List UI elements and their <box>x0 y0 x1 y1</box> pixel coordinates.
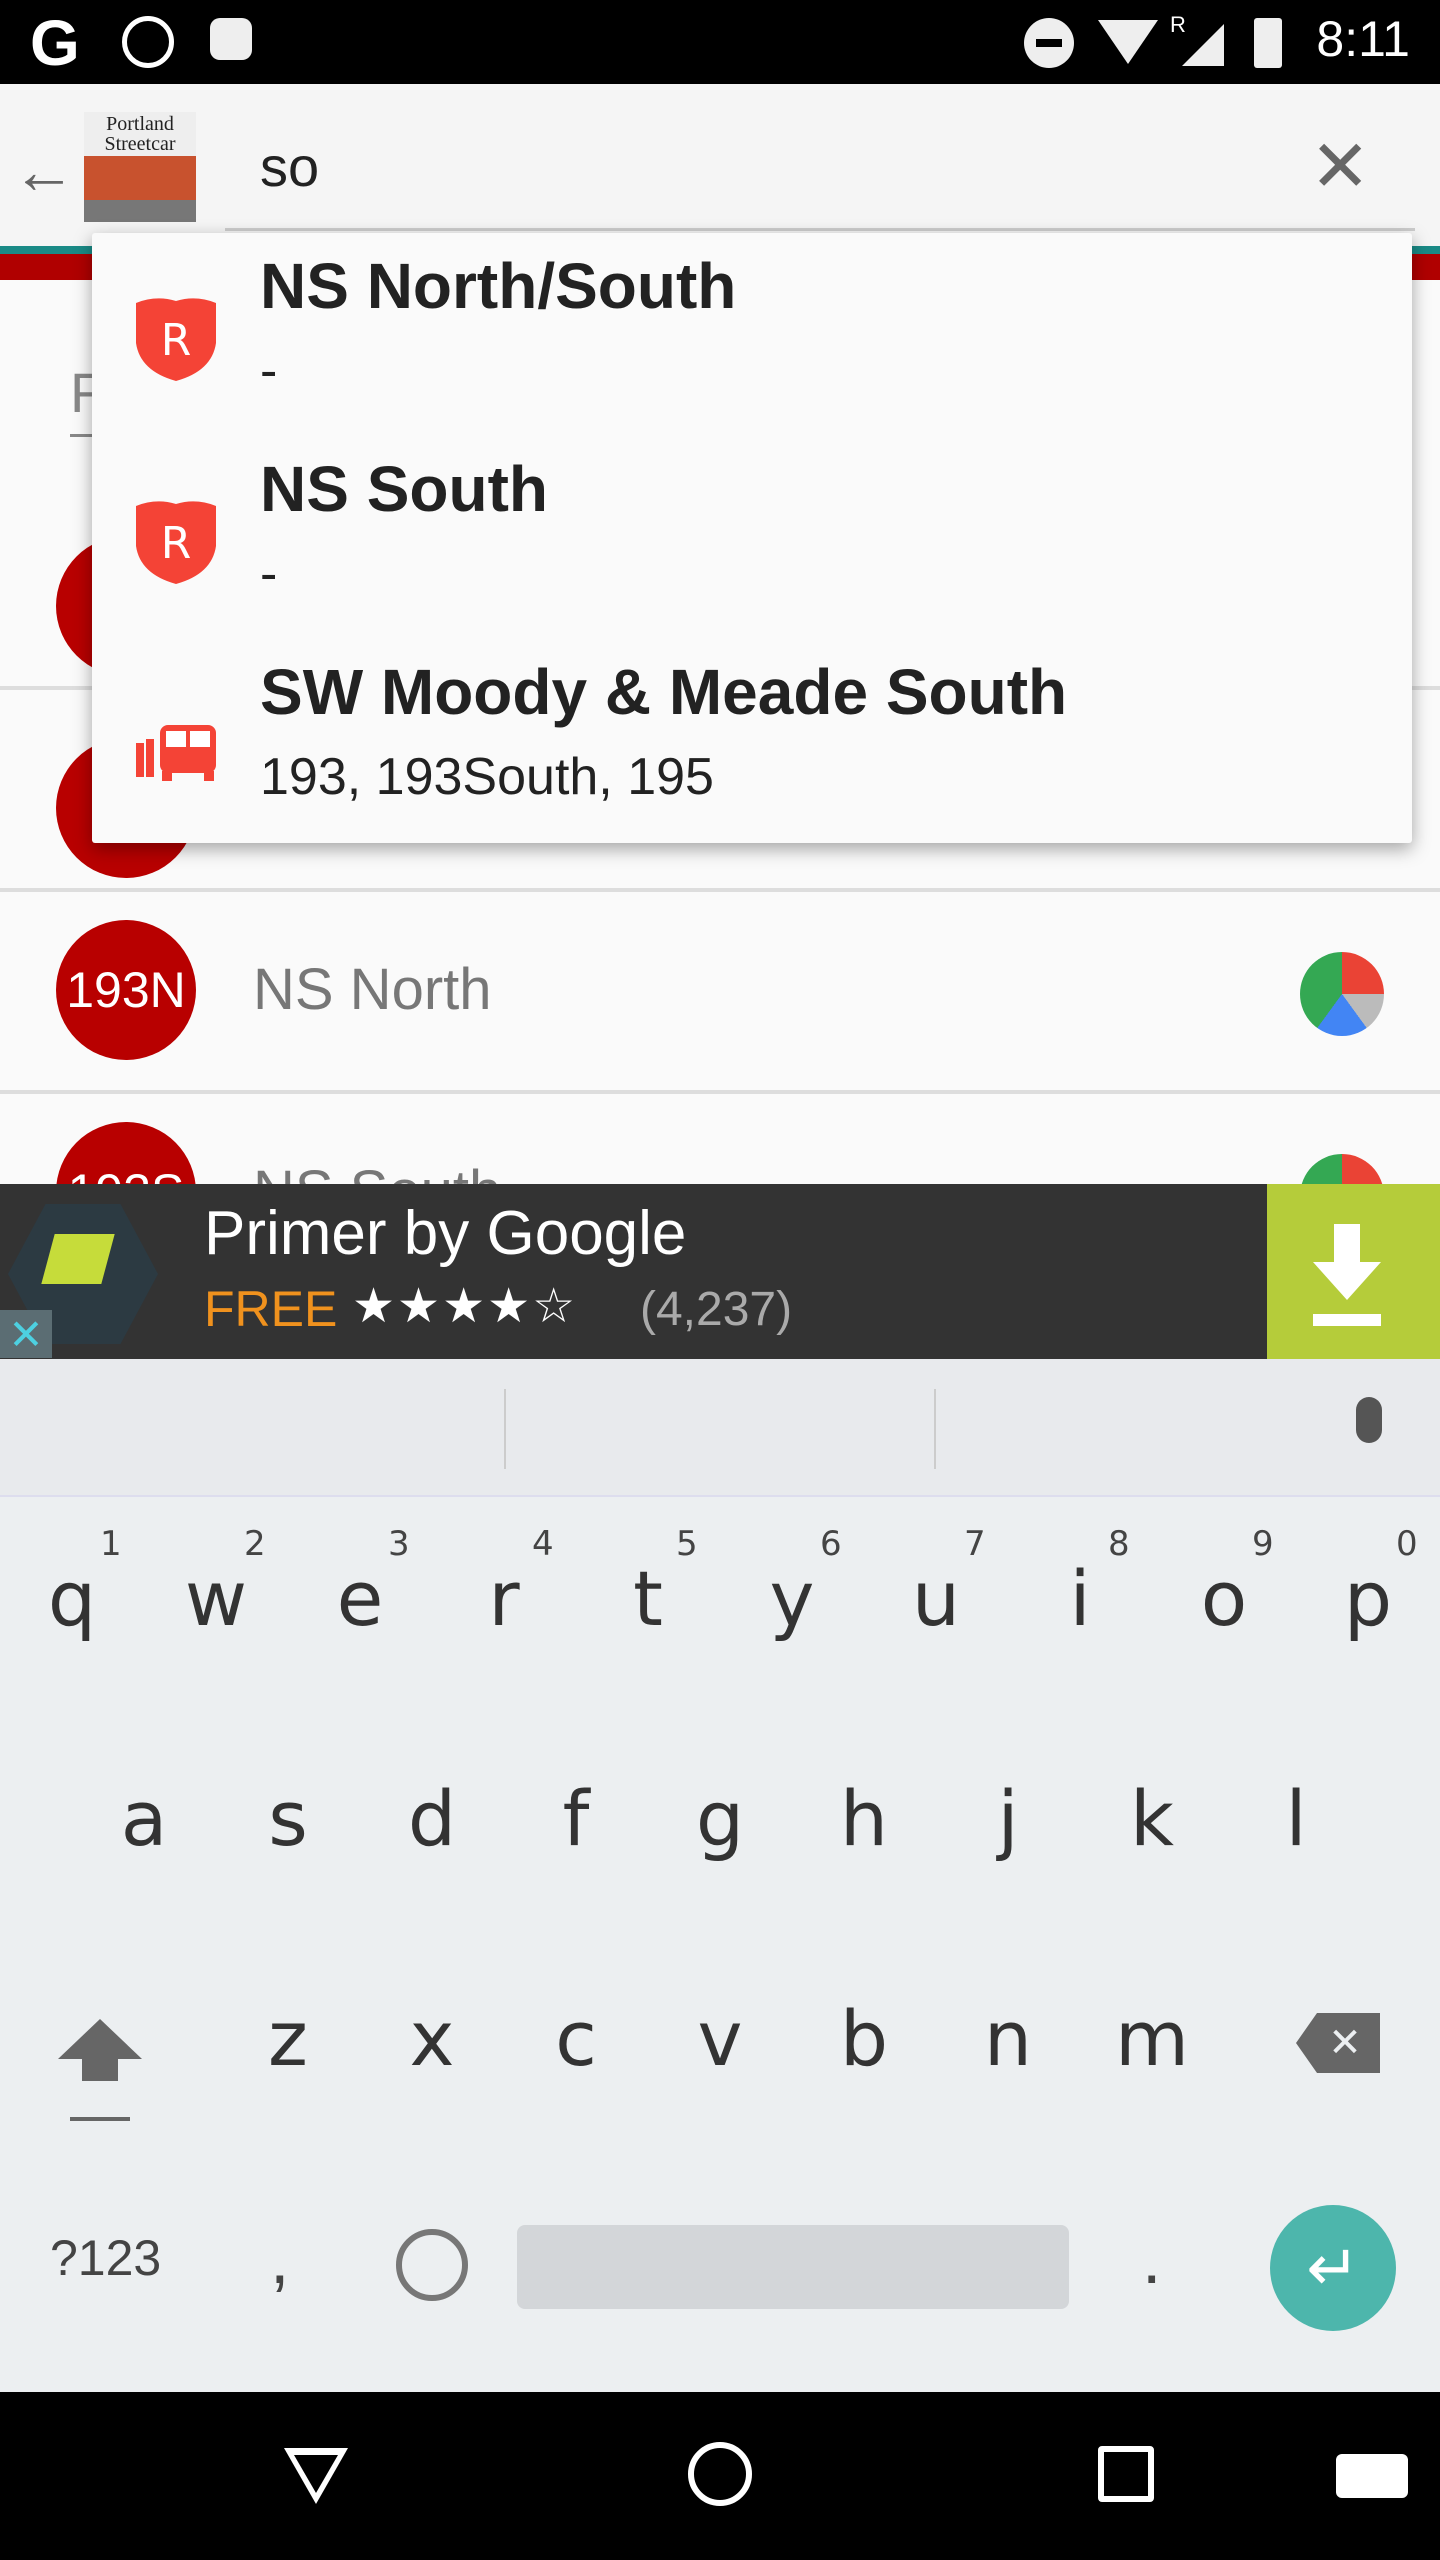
key-hint: 5 <box>676 1524 698 1564</box>
android-icon <box>210 18 252 60</box>
suggestion-title: SW Moody & Meade South <box>260 656 1068 728</box>
key-j[interactable]: j <box>936 1774 1080 1863</box>
signal-icon <box>1182 24 1224 66</box>
key-o[interactable]: o <box>1152 1554 1296 1643</box>
key-l[interactable]: l <box>1224 1774 1368 1863</box>
space-bar[interactable] <box>517 2225 1069 2309</box>
key-w[interactable]: w <box>144 1554 288 1643</box>
key-hint: 2 <box>244 1524 266 1564</box>
enter-key[interactable]: ↵ <box>1270 2205 1396 2331</box>
suggestion-title: NS South <box>260 453 548 525</box>
key-hint: 0 <box>1396 1524 1418 1564</box>
bus-stop-icon <box>136 725 216 781</box>
suggestion-title: NS North/South <box>260 250 737 322</box>
keyboard-switch-icon[interactable] <box>1336 2454 1408 2498</box>
svg-text:R: R <box>161 518 192 569</box>
key-u[interactable]: u <box>864 1554 1008 1643</box>
suggestion-subtitle: - <box>260 342 278 400</box>
key-m[interactable]: m <box>1080 1994 1224 2083</box>
key-hint: 8 <box>1108 1524 1130 1564</box>
ad-rating-count: (4,237) <box>640 1283 793 1336</box>
key-g[interactable]: g <box>648 1774 792 1863</box>
microphone-icon[interactable] <box>1356 1397 1382 1443</box>
ad-price: FREE <box>204 1281 338 1337</box>
arrow-left-icon[interactable]: ← <box>12 134 76 208</box>
key-d[interactable]: d <box>360 1774 504 1863</box>
recents-nav-icon[interactable] <box>1098 2446 1154 2502</box>
key-n[interactable]: n <box>936 1994 1080 2083</box>
route-shield-icon: R <box>136 298 216 381</box>
key-hint: 7 <box>964 1524 986 1564</box>
ad-rating-stars: ★★★★☆ <box>352 1280 578 1333</box>
key-q[interactable]: q <box>0 1554 144 1643</box>
key-k[interactable]: k <box>1080 1774 1224 1863</box>
globe-icon[interactable] <box>396 2229 468 2301</box>
shift-icon[interactable] <box>58 2019 142 2059</box>
key-p[interactable]: p <box>1296 1554 1440 1643</box>
svg-text:R: R <box>161 315 192 366</box>
clock: 8:11 <box>1316 11 1410 67</box>
key-c[interactable]: c <box>504 1994 648 2083</box>
download-button[interactable] <box>1267 1184 1440 1359</box>
symbols-key[interactable]: ?123 <box>50 2229 161 2287</box>
search-toolbar: ← Portland Streetcar so ✕ <box>0 84 1440 250</box>
ad-banner[interactable]: ✕ Primer by Google FREE ★★★★☆ (4,237) <box>0 1184 1440 1359</box>
route-badge: 193N <box>56 920 196 1060</box>
suggestion-item[interactable]: SW Moody & Meade South 193, 193South, 19… <box>92 639 1412 842</box>
suggestions-dropdown: R NS North/South - R NS South - SW Moody… <box>92 233 1412 843</box>
key-b[interactable]: b <box>792 1994 936 2083</box>
suggestion-subtitle: - <box>260 545 278 603</box>
key-t[interactable]: t <box>576 1554 720 1643</box>
navigation-bar <box>0 2392 1440 2560</box>
keyboard: q1w2e3r4t5y6u7i8o9p0 asdfghjkl zxcvbnm ✕ ?… <box>0 1359 1440 2392</box>
wifi-icon <box>1098 20 1158 64</box>
key-hint: 9 <box>1252 1524 1274 1564</box>
route-name: NS North <box>253 957 492 1022</box>
route-shield-icon: R <box>136 501 216 584</box>
key-v[interactable]: v <box>648 1994 792 2083</box>
home-nav-icon[interactable] <box>688 2442 752 2506</box>
key-f[interactable]: f <box>504 1774 648 1863</box>
key-h[interactable]: h <box>792 1774 936 1863</box>
app-logo: Portland Streetcar <box>84 112 196 222</box>
key-i[interactable]: i <box>1008 1554 1152 1643</box>
status-bar: G R 8:11 <box>0 0 1440 84</box>
key-e[interactable]: e <box>288 1554 432 1643</box>
key-y[interactable]: y <box>720 1554 864 1643</box>
back-nav-icon[interactable] <box>284 2448 348 2504</box>
suggestion-item[interactable]: R NS South - <box>92 436 1412 639</box>
ad-close-icon[interactable]: ✕ <box>0 1310 52 1358</box>
do-not-disturb-icon <box>1024 18 1074 68</box>
vpn-shield-icon <box>122 16 174 68</box>
route-row[interactable]: 193N NS North <box>0 896 1440 1094</box>
key-s[interactable]: s <box>216 1774 360 1863</box>
key-hint: 3 <box>388 1524 410 1564</box>
close-icon[interactable]: ✕ <box>1310 124 1370 208</box>
suggestion-subtitle: 193, 193South, 195 <box>260 748 714 806</box>
key-r[interactable]: r <box>432 1554 576 1643</box>
key-x[interactable]: x <box>360 1994 504 2083</box>
suggestion-item[interactable]: R NS North/South - <box>92 233 1412 436</box>
suggestion-strip <box>0 1359 1440 1497</box>
key-hint: 4 <box>532 1524 554 1564</box>
key-hint: 1 <box>100 1524 122 1564</box>
key-a[interactable]: a <box>72 1774 216 1863</box>
comma-key[interactable]: , <box>270 2219 289 2299</box>
key-hint: 6 <box>820 1524 842 1564</box>
search-input[interactable]: so <box>260 134 319 199</box>
period-key[interactable]: . <box>1142 2219 1161 2299</box>
google-icon: G <box>30 7 80 79</box>
key-z[interactable]: z <box>216 1994 360 2083</box>
search-underline <box>225 228 1415 231</box>
maps-icon[interactable] <box>1300 952 1384 1036</box>
backspace-icon[interactable]: ✕ <box>1296 2013 1380 2073</box>
ad-title: Primer by Google <box>204 1199 687 1268</box>
battery-charging-icon <box>1254 18 1282 68</box>
